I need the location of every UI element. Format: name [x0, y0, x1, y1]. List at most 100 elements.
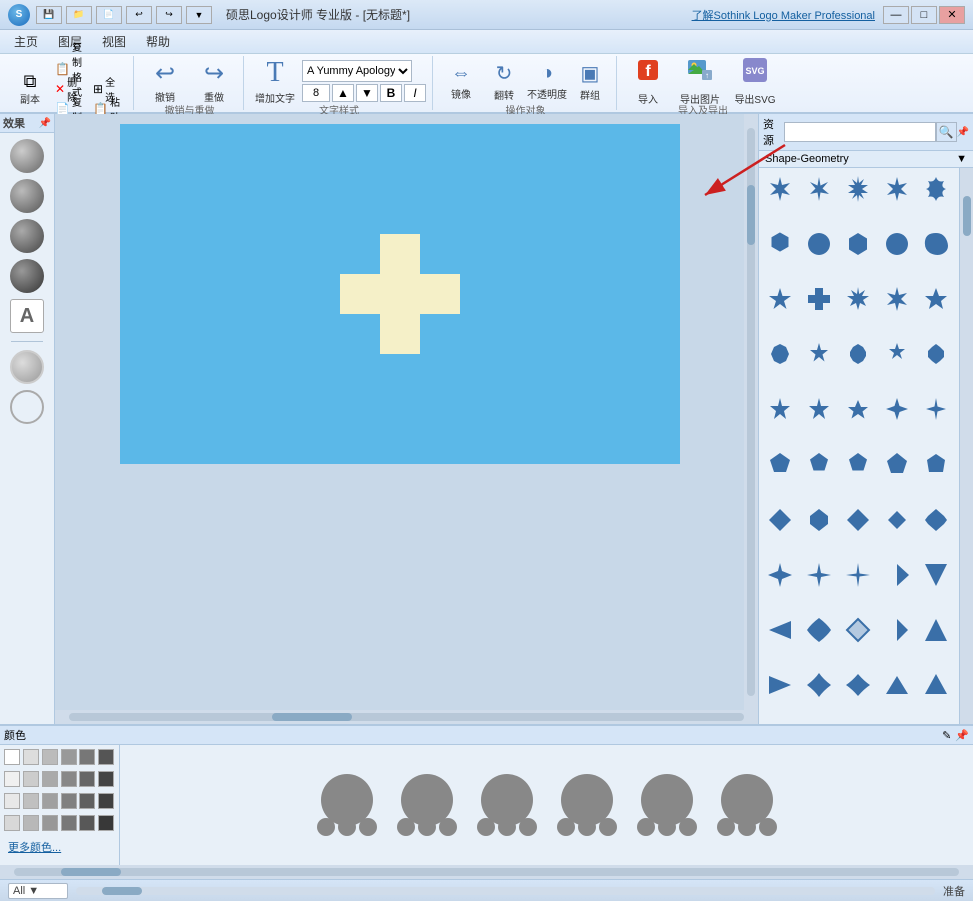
- shape-item[interactable]: [763, 558, 797, 592]
- sm-dot[interactable]: [439, 818, 457, 836]
- shape-item[interactable]: [841, 172, 875, 206]
- shape-item[interactable]: [841, 447, 875, 481]
- swatch-20[interactable]: [42, 815, 58, 831]
- shape-dropdown[interactable]: Shape-Geometry ▼: [759, 151, 973, 168]
- shape-item[interactable]: [763, 337, 797, 371]
- sm-dot[interactable]: [759, 818, 777, 836]
- sm-dot[interactable]: [418, 818, 436, 836]
- effect-circle-6[interactable]: [10, 390, 44, 424]
- effect-circle-3[interactable]: [10, 219, 44, 253]
- swatch-22[interactable]: [79, 815, 95, 831]
- font-size-down-btn[interactable]: ▼: [356, 84, 378, 102]
- color-edit-icon[interactable]: ✎: [942, 729, 951, 742]
- shape-item[interactable]: [880, 392, 914, 426]
- shape-item[interactable]: [880, 172, 914, 206]
- shape-item[interactable]: [802, 613, 836, 647]
- color-pin-icon[interactable]: 📌: [955, 729, 969, 742]
- sm-dot[interactable]: [717, 818, 735, 836]
- shape-item[interactable]: [841, 227, 875, 261]
- more-colors-link[interactable]: 更多颜色...: [4, 837, 115, 861]
- sm-dot[interactable]: [519, 818, 537, 836]
- font-bold-btn[interactable]: B: [380, 84, 402, 102]
- shape-item[interactable]: [919, 613, 953, 647]
- shape-item[interactable]: [841, 337, 875, 371]
- shape-item[interactable]: [880, 337, 914, 371]
- swatch-4[interactable]: [79, 749, 95, 765]
- swatch-18[interactable]: [4, 815, 20, 831]
- effects-pin-btn[interactable]: 📌: [39, 118, 51, 129]
- shape-item[interactable]: [802, 668, 836, 702]
- rotate-btn[interactable]: ↻ 翻转: [484, 60, 524, 102]
- redo-quick-btn[interactable]: ↪: [156, 6, 182, 24]
- sm-dot[interactable]: [679, 818, 697, 836]
- shape-item[interactable]: [763, 503, 797, 537]
- bottom-hscroll-thumb[interactable]: [61, 868, 121, 876]
- shape-item[interactable]: [919, 558, 953, 592]
- shape-item[interactable]: [763, 227, 797, 261]
- swatch-8[interactable]: [42, 771, 58, 787]
- close-btn[interactable]: ✕: [939, 6, 965, 24]
- swatch-2[interactable]: [42, 749, 58, 765]
- canvas-vscroll[interactable]: [744, 114, 758, 710]
- right-panel-scrollbar[interactable]: [959, 168, 973, 724]
- sm-dot[interactable]: [578, 818, 596, 836]
- sm-dot[interactable]: [637, 818, 655, 836]
- customize-btn[interactable]: ▼: [186, 6, 212, 24]
- opacity-btn[interactable]: ◑ 不透明度: [527, 60, 567, 102]
- shape-item[interactable]: [802, 282, 836, 316]
- all-selector[interactable]: All ▼: [8, 883, 68, 899]
- top-right-link[interactable]: 了解Sothink Logo Maker Professional: [692, 7, 875, 23]
- shape-item[interactable]: [841, 392, 875, 426]
- right-panel-scroll-thumb[interactable]: [963, 196, 971, 236]
- shape-item[interactable]: [880, 282, 914, 316]
- sm-dot[interactable]: [477, 818, 495, 836]
- swatch-19[interactable]: [23, 815, 39, 831]
- menu-help[interactable]: 帮助: [136, 31, 180, 52]
- shape-item[interactable]: [841, 282, 875, 316]
- shape-item[interactable]: [802, 558, 836, 592]
- bottom-scrollbar[interactable]: [0, 865, 973, 879]
- canvas-scrollbar-h[interactable]: [55, 710, 758, 724]
- shape-item[interactable]: [802, 227, 836, 261]
- swatch-white[interactable]: [4, 749, 20, 765]
- effect-text-a[interactable]: A: [10, 299, 44, 333]
- menu-home[interactable]: 主页: [4, 31, 48, 52]
- shape-item[interactable]: [763, 172, 797, 206]
- shape-item[interactable]: [802, 172, 836, 206]
- sm-dot[interactable]: [397, 818, 415, 836]
- effect-circle-4[interactable]: [10, 259, 44, 293]
- shape-item[interactable]: [919, 282, 953, 316]
- swatch-1[interactable]: [23, 749, 39, 765]
- shape-item[interactable]: [880, 503, 914, 537]
- effect-circle-2[interactable]: [10, 179, 44, 213]
- undo-quick-btn[interactable]: ↩: [126, 6, 152, 24]
- hscroll-thumb[interactable]: [272, 713, 352, 721]
- shape-item[interactable]: [802, 503, 836, 537]
- search-input[interactable]: [784, 122, 936, 142]
- sm-dot[interactable]: [317, 818, 335, 836]
- swatch-10[interactable]: [79, 771, 95, 787]
- swatch-14[interactable]: [42, 793, 58, 809]
- effect-circle-1[interactable]: [10, 139, 44, 173]
- add-text-btn[interactable]: T 增加文字: [252, 60, 298, 102]
- swatch-5[interactable]: [98, 749, 114, 765]
- undo-btn[interactable]: ↩ 撤销: [142, 60, 188, 102]
- swatch-16[interactable]: [79, 793, 95, 809]
- font-size-up-btn[interactable]: ▲: [332, 84, 354, 102]
- quick-save-btn[interactable]: 💾: [36, 6, 62, 24]
- swatch-3[interactable]: [61, 749, 77, 765]
- import-btn[interactable]: f 导入: [625, 60, 671, 102]
- shape-item[interactable]: [763, 668, 797, 702]
- shape-item[interactable]: [919, 172, 953, 206]
- shape-item[interactable]: [763, 282, 797, 316]
- search-button[interactable]: 🔍: [936, 122, 957, 142]
- status-scrollbar[interactable]: [76, 887, 935, 895]
- export-img-btn[interactable]: ↑ 导出图片: [674, 60, 726, 102]
- shape-item[interactable]: [919, 503, 953, 537]
- swatch-6[interactable]: [4, 771, 20, 787]
- swatch-17[interactable]: [98, 793, 114, 809]
- minimize-btn[interactable]: —: [883, 6, 909, 24]
- shape-item[interactable]: [880, 558, 914, 592]
- canvas-wrapper[interactable]: [55, 114, 744, 710]
- sm-dot[interactable]: [557, 818, 575, 836]
